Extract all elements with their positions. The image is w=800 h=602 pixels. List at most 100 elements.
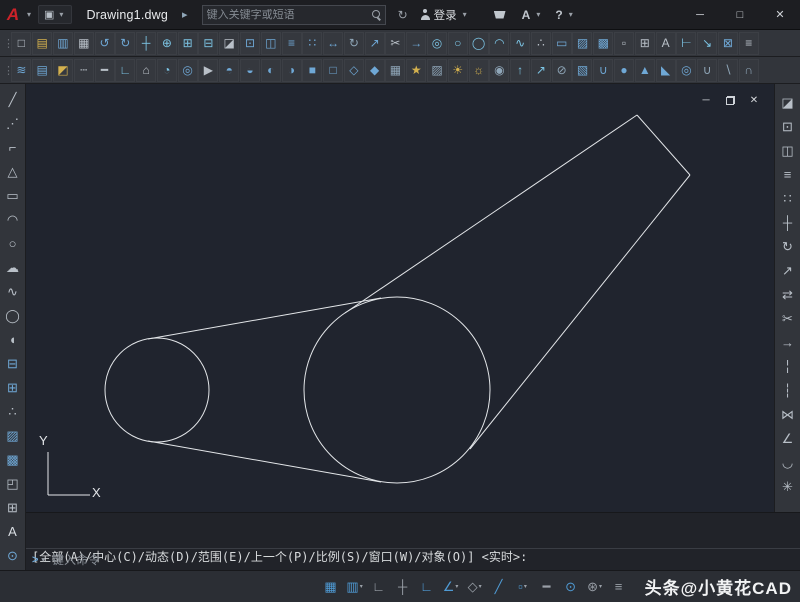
polar-tracking-button[interactable]: ∠ ▾ bbox=[440, 575, 462, 599]
table-button[interactable]: ⊞ bbox=[2, 495, 24, 519]
offset-button[interactable]: ≡ bbox=[281, 31, 302, 55]
subtract-button[interactable]: ∖ bbox=[717, 58, 738, 82]
view-se-iso-button[interactable]: ◆ bbox=[364, 58, 385, 82]
boundary-button[interactable]: ▫ bbox=[614, 31, 635, 55]
intersect-button[interactable]: ∩ bbox=[738, 58, 759, 82]
stretch-button[interactable]: ⇄ bbox=[777, 282, 799, 306]
array-button[interactable]: ∷ bbox=[777, 186, 799, 210]
lineweight-button[interactable]: ━ bbox=[536, 575, 558, 599]
drawing-circle[interactable] bbox=[104, 337, 210, 443]
dropdown-caret-icon[interactable]: ▾ bbox=[599, 583, 602, 590]
mtext-button[interactable]: A bbox=[2, 519, 24, 543]
view-front-button[interactable]: ■ bbox=[302, 58, 323, 82]
break-at-point-button[interactable]: ╎ bbox=[777, 354, 799, 378]
ellipse-arc-button[interactable]: ◖ bbox=[2, 327, 24, 351]
fillet-button[interactable]: ◡ bbox=[777, 450, 799, 474]
app-store-button[interactable]: A ▾ bbox=[522, 8, 544, 22]
array-button[interactable]: ∷ bbox=[302, 31, 323, 55]
dropdown-caret-icon[interactable]: ▾ bbox=[479, 583, 482, 590]
pan-button[interactable]: ┼ bbox=[136, 31, 157, 55]
app-menu-caret-icon[interactable]: ▾ bbox=[24, 10, 34, 19]
render-button[interactable]: ★ bbox=[406, 58, 427, 82]
drawing-circle[interactable] bbox=[303, 296, 491, 484]
region-button[interactable]: ▭ bbox=[551, 31, 572, 55]
lineweight-button[interactable]: ━ bbox=[94, 58, 115, 82]
visual-styles-button[interactable]: ▦ bbox=[385, 58, 406, 82]
search-input[interactable] bbox=[206, 8, 368, 21]
osnap-button[interactable]: ▫ ▾ bbox=[512, 575, 534, 599]
restore-drawing-button[interactable] bbox=[724, 94, 736, 106]
ucs-tool-button[interactable]: ∟ bbox=[115, 58, 136, 82]
leader-button[interactable]: ↘ bbox=[697, 31, 718, 55]
view-back-button[interactable]: □ bbox=[323, 58, 344, 82]
trim-button[interactable]: ✂ bbox=[777, 306, 799, 330]
view-left-button[interactable]: ◐ bbox=[260, 58, 281, 82]
sign-in-button[interactable]: 登录 ▾ bbox=[420, 7, 470, 23]
offset-button[interactable]: ≡ bbox=[777, 162, 799, 186]
sun-status-button[interactable]: ☼ bbox=[468, 58, 489, 82]
maximize-window-button[interactable]: □ bbox=[720, 0, 760, 29]
walk-button[interactable]: ↑ bbox=[510, 58, 531, 82]
section-plane-button[interactable]: ⊘ bbox=[551, 58, 572, 82]
zoom-realtime-button[interactable]: ⊕ bbox=[156, 31, 177, 55]
command-options-caret-icon[interactable]: ▾ bbox=[38, 556, 48, 564]
dropdown-caret-icon[interactable]: ▾ bbox=[524, 583, 527, 590]
undo-button[interactable]: ↺ bbox=[94, 31, 115, 55]
erase-button[interactable]: ◪ bbox=[219, 31, 240, 55]
toolbar-grip-icon[interactable]: ⋮ bbox=[3, 37, 14, 50]
show-motion-button[interactable]: ▶ bbox=[198, 58, 219, 82]
gradient-button[interactable]: ▩ bbox=[593, 31, 614, 55]
plot-button[interactable]: ▦ bbox=[73, 31, 94, 55]
explode-button[interactable]: ✳ bbox=[777, 474, 799, 498]
camera-button[interactable]: ◉ bbox=[489, 58, 510, 82]
rotate-button[interactable]: ↻ bbox=[777, 234, 799, 258]
redo-button[interactable]: ↻ bbox=[115, 31, 136, 55]
close-window-button[interactable]: ✕ bbox=[760, 0, 800, 29]
orbit-button[interactable]: ◔ bbox=[156, 58, 177, 82]
drawing-line[interactable] bbox=[147, 297, 382, 340]
copy-button[interactable]: ⊡ bbox=[239, 31, 260, 55]
zoom-previous-button[interactable]: ⊟ bbox=[198, 31, 219, 55]
spline-button[interactable]: ∿ bbox=[2, 279, 24, 303]
copy-button[interactable]: ⊡ bbox=[777, 114, 799, 138]
lights-button[interactable]: ☀ bbox=[447, 58, 468, 82]
scale-button[interactable]: ↗ bbox=[777, 258, 799, 282]
ortho-button[interactable]: ∟ bbox=[416, 575, 438, 599]
materials-button[interactable]: ▨ bbox=[427, 58, 448, 82]
cylinder-button[interactable]: ∪ bbox=[593, 58, 614, 82]
steering-wheel-button[interactable]: ◎ bbox=[177, 58, 198, 82]
region-button[interactable]: ◰ bbox=[2, 471, 24, 495]
chamfer-button[interactable]: ∠ bbox=[777, 426, 799, 450]
donut-button[interactable]: ◎ bbox=[427, 31, 448, 55]
layers-button[interactable]: ≋ bbox=[11, 58, 32, 82]
spline-button[interactable]: ∿ bbox=[510, 31, 531, 55]
named-views-button[interactable]: ⌂ bbox=[136, 58, 157, 82]
help-button[interactable]: ? ▾ bbox=[555, 8, 575, 22]
dropdown-caret-icon[interactable]: ▾ bbox=[455, 583, 458, 590]
break-button[interactable]: ┆ bbox=[777, 378, 799, 402]
drawing-line[interactable] bbox=[469, 174, 691, 450]
rectangle-button[interactable]: ▭ bbox=[2, 183, 24, 207]
ellipse-button[interactable]: ◯ bbox=[468, 31, 489, 55]
properties-button[interactable]: ≡ bbox=[738, 31, 759, 55]
point-button[interactable]: ∴ bbox=[530, 31, 551, 55]
view-sw-iso-button[interactable]: ◇ bbox=[343, 58, 364, 82]
join-button[interactable]: ⋈ bbox=[777, 402, 799, 426]
drawing-line[interactable] bbox=[147, 440, 382, 483]
line-button[interactable]: ╱ bbox=[2, 87, 24, 111]
app-menu-button[interactable]: A bbox=[2, 2, 24, 28]
block-button[interactable]: ⊠ bbox=[717, 31, 738, 55]
layer-properties-button[interactable]: ▤ bbox=[32, 58, 53, 82]
polyline-button[interactable]: ⌐ bbox=[2, 135, 24, 159]
new-file-button[interactable]: □ bbox=[11, 31, 32, 55]
save-button[interactable]: ▥ bbox=[52, 31, 73, 55]
hatch-button[interactable]: ▨ bbox=[2, 423, 24, 447]
command-input[interactable] bbox=[51, 552, 800, 567]
isodraft-button[interactable]: ◇ ▾ bbox=[464, 575, 486, 599]
rotate-button[interactable]: ↻ bbox=[343, 31, 364, 55]
hatch-button[interactable]: ▨ bbox=[572, 31, 593, 55]
drawing-line[interactable] bbox=[344, 114, 638, 314]
dropdown-caret-icon[interactable]: ▾ bbox=[360, 583, 363, 590]
workspace-button[interactable]: ⊛ ▾ bbox=[584, 575, 606, 599]
search-icon[interactable] bbox=[371, 10, 381, 19]
